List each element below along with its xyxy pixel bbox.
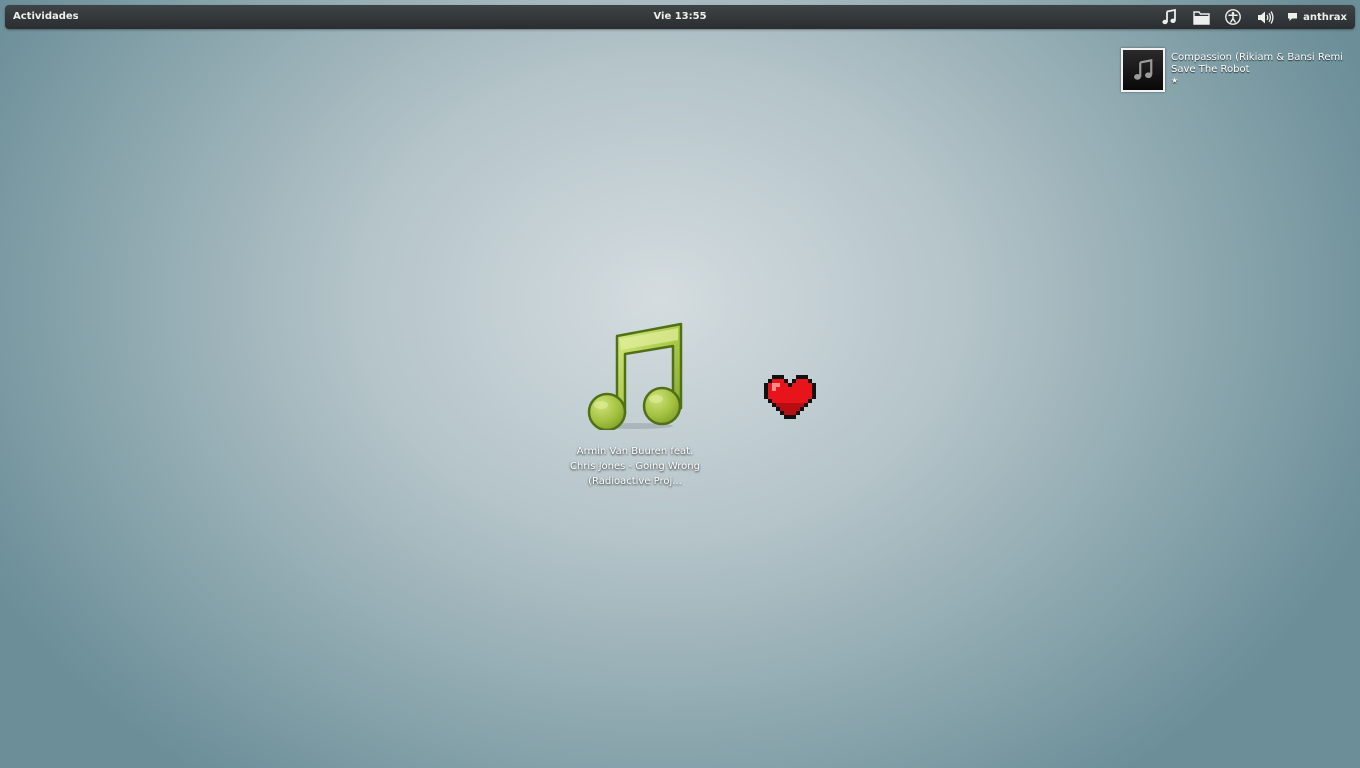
system-tray: anthrax [1153,5,1355,29]
activities-button[interactable]: Actividades [13,5,79,29]
music-note-icon [1134,59,1153,80]
top-panel: Actividades Vie 13:55 anthrax [5,5,1355,29]
track-rating: ★ [1171,76,1179,85]
folder-icon [1192,10,1210,25]
desktop-music-file[interactable]: Armin Van Buuren feat. Chris Jones - Goi… [560,322,710,489]
track-title: Compassion (Rikiam & Bansi Remi [1171,52,1344,63]
files-tray-button[interactable] [1185,5,1217,29]
volume-tray-button[interactable] [1249,5,1281,29]
user-menu[interactable]: anthrax [1281,5,1355,29]
clock[interactable]: Vie 13:55 [653,11,706,22]
notification-text: Compassion (Rikiam & Bansi Remi Save The… [1171,52,1356,85]
volume-icon [1257,10,1274,24]
now-playing-notification[interactable]: Compassion (Rikiam & Bansi Remi Save The… [1121,48,1356,92]
accessibility-icon [1225,9,1241,25]
track-artist: Save The Robot [1171,64,1250,75]
accessibility-tray-button[interactable] [1217,5,1249,29]
user-name: anthrax [1303,11,1347,23]
music-note-icon [1162,9,1176,25]
heart-icon[interactable] [764,375,816,419]
chat-icon [1287,12,1298,22]
music-tray-button[interactable] [1153,5,1185,29]
album-art[interactable] [1121,48,1165,92]
file-label: Armin Van Buuren feat. Chris Jones - Goi… [570,446,700,487]
music-note-icon [587,322,683,430]
